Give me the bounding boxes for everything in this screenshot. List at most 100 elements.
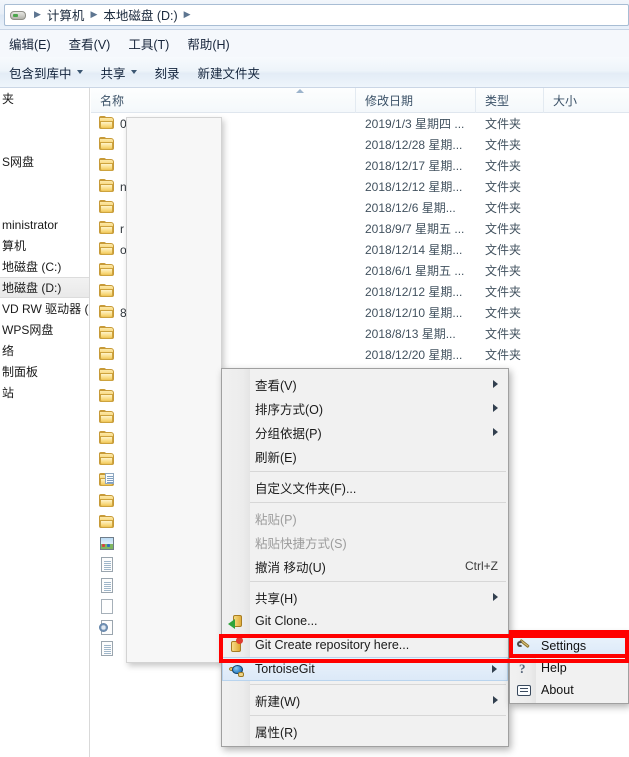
- nav-item-local-disk-d[interactable]: 地磁盘 (D:): [0, 277, 89, 298]
- nav-item-label: 络: [2, 344, 15, 358]
- context-menu-separator: [250, 502, 506, 503]
- column-header-date-modified[interactable]: 修改日期: [356, 88, 476, 113]
- breadcrumb-item-computer[interactable]: 计算机: [45, 5, 87, 24]
- folder-icon: [99, 347, 115, 362]
- context-menu-item-tortoisegit[interactable]: TortoiseGit: [222, 657, 508, 681]
- folder-icon: [99, 284, 115, 299]
- breadcrumb-separator-2[interactable]: ▶: [180, 10, 195, 19]
- toolbar-include-in-library[interactable]: 包含到库中: [0, 59, 92, 86]
- breadcrumb-item-drive-d[interactable]: 本地磁盘 (D:): [101, 5, 179, 24]
- file-type-cell: 文件夹: [485, 138, 522, 152]
- context-menu-item-r[interactable]: 属性(R): [222, 719, 508, 743]
- submenu-arrow-icon: [492, 665, 497, 673]
- nav-item-0[interactable]: 夹: [0, 88, 89, 109]
- tortoisegit-submenu[interactable]: Settings ? Help About: [509, 632, 629, 704]
- column-header-size[interactable]: 大小: [544, 88, 624, 113]
- submenu-item-help[interactable]: ? Help: [510, 657, 628, 679]
- breadcrumb-separator-1: ▶: [90, 9, 98, 19]
- toolbar-include-in-library-label: 包含到库中: [9, 66, 72, 81]
- nav-item-label: 地磁盘 (D:): [2, 281, 62, 295]
- folder-icon: [99, 242, 115, 257]
- file-date-cell: 2018/12/20 星期...: [365, 348, 463, 362]
- text-document-icon: [99, 578, 115, 593]
- menu-item-view[interactable]: 查看(V): [60, 31, 120, 56]
- menu-item-tools[interactable]: 工具(T): [119, 31, 178, 56]
- context-menu-item-shortcut: Ctrl+Z: [465, 559, 498, 573]
- file-date-cell: 2018/12/12 星期...: [365, 180, 463, 194]
- nav-item-label: WPS网盘: [2, 323, 54, 337]
- nav-item-cloud-disk[interactable]: S网盘: [0, 151, 89, 172]
- nav-item-local-disk-c[interactable]: 地磁盘 (C:): [0, 256, 89, 277]
- context-menu-item-git-create-repository-here[interactable]: Git Create repository here...: [222, 633, 508, 657]
- context-menu-item-h[interactable]: 共享(H): [222, 585, 508, 609]
- toolbar-new-folder-label: 新建文件夹: [197, 66, 261, 81]
- toolbar-share-label: 共享: [100, 66, 126, 81]
- context-menu-item-o[interactable]: 排序方式(O): [222, 396, 508, 420]
- context-menu-item-f[interactable]: 自定义文件夹(F)...: [222, 475, 508, 499]
- text-document-icon: [99, 641, 115, 656]
- nav-item-label: VD RW 驱动器 (: [2, 302, 89, 316]
- submenu-item-about[interactable]: About: [510, 679, 628, 701]
- file-type-cell: 文件夹: [485, 117, 522, 131]
- file-type-cell: 文件夹: [485, 159, 522, 173]
- column-header-type[interactable]: 类型: [476, 88, 544, 113]
- image-file-icon: [99, 536, 115, 551]
- file-type-cell: 文件夹: [485, 327, 522, 341]
- file-type-cell: 文件夹: [485, 348, 522, 362]
- nav-item-control-panel[interactable]: 制面板: [0, 361, 89, 382]
- git-clone-icon: [228, 613, 244, 629]
- submenu-arrow-icon: [493, 593, 498, 601]
- navigation-pane[interactable]: 夹 S网盘 ministrator 算机 地磁盘 (C:) 地磁盘 (D:) V…: [0, 88, 90, 757]
- nav-item-5[interactable]: [0, 193, 89, 214]
- folder-icon: [99, 431, 115, 446]
- context-menu-item-label: 自定义文件夹(F)...: [255, 481, 357, 496]
- context-menu-item-label: Git Clone...: [255, 614, 318, 628]
- nav-item-dvd-rw-drive[interactable]: VD RW 驱动器 (: [0, 298, 89, 319]
- nav-item-website[interactable]: 站: [0, 382, 89, 403]
- file-date-cell: 2018/6/1 星期五 ...: [365, 264, 465, 278]
- nav-item-network[interactable]: 络: [0, 340, 89, 361]
- toolbar: 包含到库中 共享 刻录 新建文件夹: [0, 57, 629, 88]
- nav-item-administrator[interactable]: ministrator: [0, 214, 89, 235]
- context-menu-item-label: 排序方式(O): [255, 402, 324, 417]
- context-menu-item-w[interactable]: 新建(W): [222, 688, 508, 712]
- nav-item-wps-cloud[interactable]: WPS网盘: [0, 319, 89, 340]
- context-menu-item-p[interactable]: 分组依据(P): [222, 420, 508, 444]
- nav-item-label: 地磁盘 (C:): [2, 260, 62, 274]
- nav-item-4[interactable]: [0, 172, 89, 193]
- breadcrumb[interactable]: ▶ 计算机 ▶ 本地磁盘 (D:) ▶: [4, 3, 629, 26]
- context-menu[interactable]: 查看(V) 排序方式(O) 分组依据(P) 刷新(E) 自定义文件夹(F)... 粘贴(P…: [221, 368, 509, 747]
- tortoisegit-turtle-icon: [229, 662, 245, 678]
- nav-item-1[interactable]: [0, 109, 89, 130]
- folder-icon: [99, 158, 115, 173]
- file-date-cell: 2018/12/10 星期...: [365, 306, 463, 320]
- column-header-name[interactable]: 名称: [91, 88, 356, 113]
- folder-icon: [99, 452, 115, 467]
- context-menu-item-e[interactable]: 刷新(E): [222, 444, 508, 468]
- context-menu-item-u[interactable]: 撤消 移动(U) Ctrl+Z: [222, 554, 508, 578]
- context-menu-separator: [250, 684, 506, 685]
- context-menu-separator: [250, 581, 506, 582]
- nav-item-label: 夹: [2, 92, 15, 106]
- toolbar-burn[interactable]: 刻录: [146, 59, 189, 86]
- submenu-arrow-icon: [493, 696, 498, 704]
- folder-icon: [99, 389, 115, 404]
- submenu-item-label: Settings: [541, 639, 587, 653]
- context-menu-item-v[interactable]: 查看(V): [222, 372, 508, 396]
- submenu-arrow-icon: [493, 404, 498, 412]
- submenu-item-settings[interactable]: Settings: [510, 635, 628, 657]
- nav-item-label: S网盘: [2, 155, 35, 169]
- menu-item-help[interactable]: 帮助(H): [178, 31, 238, 56]
- context-menu-item-label: Git Create repository here...: [255, 638, 410, 652]
- file-type-cell: 文件夹: [485, 222, 522, 236]
- toolbar-share[interactable]: 共享: [92, 59, 146, 86]
- menu-item-edit[interactable]: 编辑(E): [0, 31, 60, 56]
- chevron-down-icon: [130, 70, 137, 74]
- context-menu-item-git-clone[interactable]: Git Clone...: [222, 609, 508, 633]
- file-type-cell: 文件夹: [485, 306, 522, 320]
- folder-icon: [99, 494, 115, 509]
- toolbar-new-folder[interactable]: 新建文件夹: [189, 59, 270, 86]
- file-date-cell: 2018/9/7 星期五 ...: [365, 222, 465, 236]
- nav-item-2[interactable]: [0, 130, 89, 151]
- nav-item-computer[interactable]: 算机: [0, 235, 89, 256]
